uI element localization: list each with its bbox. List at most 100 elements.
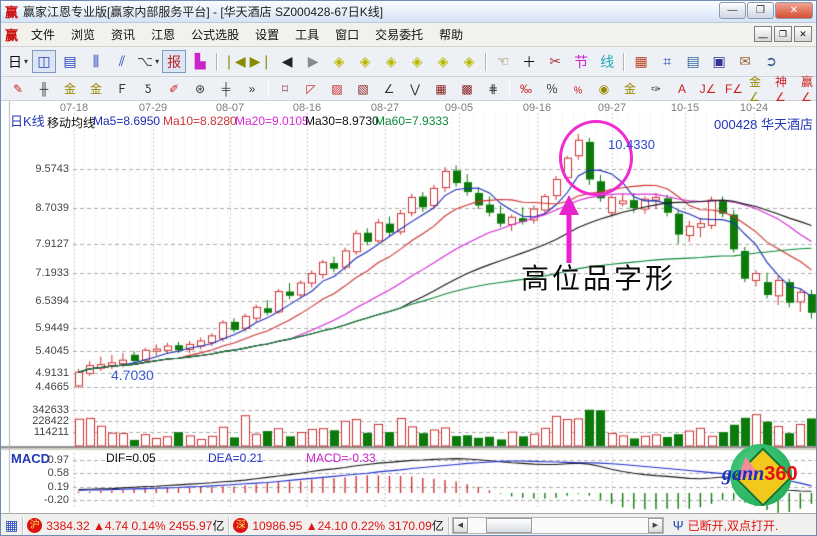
min3-bars-icon[interactable]: ⫼ [84, 50, 108, 73]
hash-icon[interactable]: ╪ [214, 79, 238, 99]
percent-line-icon[interactable]: ﹪ [566, 79, 590, 99]
zoom-left-diamond-icon[interactable]: ◈ [327, 50, 351, 73]
line-mode-icon[interactable]: 线 [595, 50, 619, 73]
child-restore-button[interactable]: ❐ [774, 26, 792, 42]
child-minimize-button[interactable]: ＿ [754, 26, 772, 42]
gold-line-icon[interactable]: 金 [618, 79, 642, 99]
gann-box-fan-icon[interactable]: ▨ [325, 79, 349, 99]
ma10-value: Ma10=8.8280 [163, 114, 237, 128]
next-bar-icon[interactable]: ▶ [301, 50, 325, 73]
expand-v-diamond-icon[interactable]: ◈ [457, 50, 481, 73]
more-tools-chevron[interactable]: » [240, 79, 264, 99]
permille-icon[interactable]: ‰ [514, 79, 538, 99]
festival-icon[interactable]: 节 [569, 50, 593, 73]
menu-item-5[interactable]: 设置 [247, 24, 287, 45]
min9-bars-icon[interactable]: ⫽ [110, 50, 134, 73]
chart-area[interactable]: 07-1807-2908-0708-1608-2709-0509-1609-27… [1, 101, 817, 513]
fibonacci-f-icon[interactable]: Ｆ [110, 79, 134, 99]
menu-item-2[interactable]: 资讯 [103, 24, 143, 45]
grid-tool-icon[interactable]: ╫ [32, 79, 56, 99]
crosshair-icon[interactable]: ＋ [517, 50, 541, 73]
menu-item-9[interactable]: 帮助 [431, 24, 471, 45]
shanghai-index-segment[interactable]: 沪 3384.32 ▲4.74 0.14% 2455.97亿 [23, 517, 229, 535]
child-close-button[interactable]: ✕ [794, 26, 812, 42]
info-panel-icon[interactable]: ▤ [58, 50, 82, 73]
vertical-pen-icon[interactable]: ✑ [644, 79, 668, 99]
flask-icon[interactable]: ⌥▾ [136, 50, 160, 73]
shenzhen-index-segment[interactable]: 深 10986.95 ▲24.10 0.22% 3170.09亿 [229, 517, 448, 535]
calendar-status-segment[interactable]: ▦ [1, 517, 23, 535]
date-tick: 09-27 [598, 102, 626, 114]
pan-hand-icon[interactable]: ☜ [491, 50, 515, 73]
last-page-icon[interactable]: ▶❘ [249, 50, 274, 73]
scroll-left-arrow[interactable]: ◀ [453, 518, 468, 533]
angle-f-icon[interactable]: F∠ [722, 79, 746, 99]
prev-bar-icon[interactable]: ◀ [275, 50, 299, 73]
color-volume-icon[interactable]: ▙ [188, 50, 212, 73]
menu-item-4[interactable]: 公式选股 [183, 24, 247, 45]
gann-grid-gold-icon[interactable]: 金 [58, 79, 82, 99]
calculator-icon[interactable]: ⌗ [655, 50, 679, 73]
percent-icon[interactable]: ％ [540, 79, 564, 99]
angle-shen-icon[interactable]: 神∠ [774, 79, 798, 99]
price-tick: 5.4045 [17, 345, 69, 357]
period-day-selector[interactable]: 日▾ [6, 50, 30, 73]
minimize-button[interactable]: — [719, 2, 746, 19]
gann-grid-gold2-icon[interactable]: 金 [84, 79, 108, 99]
kline-view-icon[interactable]: ◫ [32, 50, 56, 73]
menu-item-8[interactable]: 交易委托 [367, 24, 431, 45]
grid-box-icon[interactable]: ▦ [429, 79, 453, 99]
angle-line-icon[interactable]: ∠ [377, 79, 401, 99]
indicator-template-icon[interactable]: 报 [162, 50, 186, 73]
scroll-right-arrow[interactable]: ▶ [648, 518, 663, 533]
menu-item-1[interactable]: 浏览 [63, 24, 103, 45]
box-lines-icon[interactable]: ⌑ [273, 79, 297, 99]
pattern-annotation-text: 高位品字形 [521, 257, 676, 297]
angle-gold-icon[interactable]: 金∠ [748, 79, 772, 99]
mail-icon[interactable]: ✉ [733, 50, 757, 73]
title-bar[interactable]: 赢 赢家江恩专业版[赢家内部服务平台] - [华天酒店 SZ000428-67日… [1, 1, 816, 23]
horizontal-scrollbar[interactable]: ◀ ▶ [452, 517, 664, 534]
menu-item-3[interactable]: 江恩 [143, 24, 183, 45]
ma30-value: Ma30=8.9730 [305, 114, 379, 128]
brush-icon[interactable]: ✐ [162, 79, 186, 99]
angle-j-icon[interactable]: J∠ [696, 79, 720, 99]
menu-item-0[interactable]: 文件 [23, 24, 63, 45]
toolbar-separator [509, 80, 510, 98]
restore-button[interactable]: ❐ [747, 2, 774, 19]
wave-a-icon[interactable]: A [670, 79, 694, 99]
close-button[interactable]: ✕ [775, 2, 813, 19]
gann-box-icon[interactable]: ▧ [351, 79, 375, 99]
pattern-highlight-circle [559, 120, 633, 196]
volume-tick: 114211 [17, 426, 69, 438]
gold-circle-icon[interactable]: ◉ [592, 79, 616, 99]
red-pen-icon[interactable]: ✎ [6, 79, 30, 99]
angle-win-icon[interactable]: 赢∠ [800, 79, 817, 99]
wave5-icon[interactable]: Ƽ [136, 79, 160, 99]
macd-tick: 0.97 [17, 454, 69, 466]
macd-tick: 0.19 [17, 481, 69, 493]
menu-item-6[interactable]: 工具 [287, 24, 327, 45]
scroll-thumb[interactable] [486, 518, 532, 533]
save-icon[interactable]: ▣ [707, 50, 731, 73]
date-tick: 09-16 [523, 102, 551, 114]
price-tick: 9.5743 [17, 163, 69, 175]
slash-lines-icon[interactable]: ⋕ [481, 79, 505, 99]
measure-icon[interactable]: ✂ [543, 50, 567, 73]
calendar-icon[interactable]: ▦ [629, 50, 653, 73]
menu-item-7[interactable]: 窗口 [327, 24, 367, 45]
zoom-out-diamond-icon[interactable]: ◈ [405, 50, 429, 73]
transfer-icon[interactable]: ➲ [759, 50, 783, 73]
notepad-icon[interactable]: ▤ [681, 50, 705, 73]
first-page-icon[interactable]: ❘◀ [222, 50, 247, 73]
cycle-clock-icon[interactable]: ⊛ [188, 79, 212, 99]
zigzag-icon[interactable]: ⋁ [403, 79, 427, 99]
zoom-in-diamond-icon[interactable]: ◈ [379, 50, 403, 73]
zoom-right-diamond-icon[interactable]: ◈ [353, 50, 377, 73]
gann-fan-icon[interactable]: ◸ [299, 79, 323, 99]
shenzhen-market-icon: 深 [233, 518, 248, 533]
grid-box2-icon[interactable]: ▩ [455, 79, 479, 99]
price-tick: 5.9449 [17, 322, 69, 334]
expand-h-diamond-icon[interactable]: ◈ [431, 50, 455, 73]
connection-status[interactable]: Ψ 已断开,双点打开. [667, 517, 785, 534]
